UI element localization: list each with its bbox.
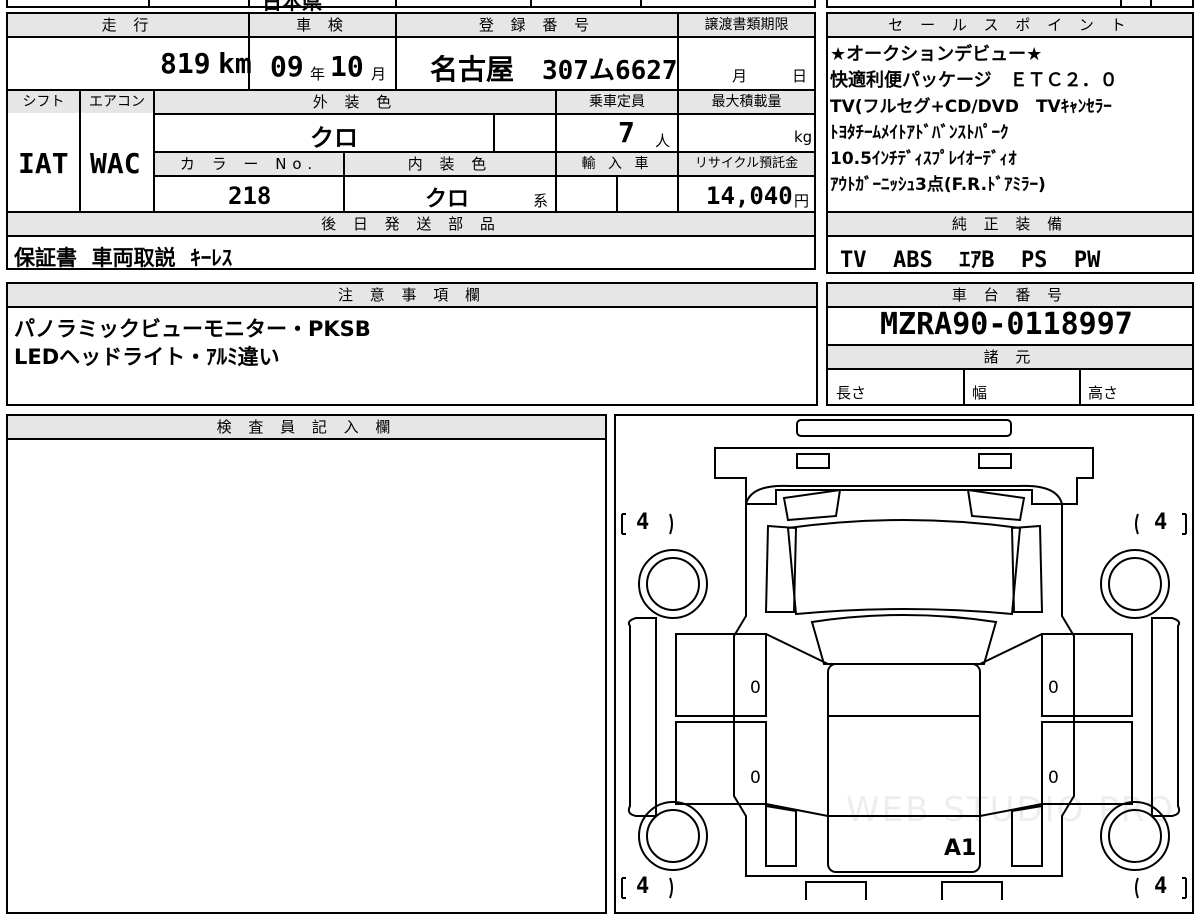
max-load-label: 最大積載量 — [679, 91, 814, 113]
recycle-fee-unit: 円 — [794, 192, 810, 210]
inspection-label: 車 検 — [250, 14, 395, 36]
inspection-year: 09 — [270, 50, 304, 83]
door-front-right-value: 0 — [1048, 678, 1059, 698]
tire-rear-right-value: 4 — [1154, 874, 1168, 899]
sales-points-list: ★オークションデビュー★ 快適利便パッケージ ＥＴＣ２．０ TV(フルセグ+CD… — [830, 42, 1192, 198]
spec-height-label: 高さ — [1088, 384, 1119, 402]
max-load-unit: kg — [794, 128, 813, 146]
tire-front-right-value: 4 — [1154, 510, 1168, 535]
sales-point-line: 快適利便パッケージ ＥＴＣ２．０ — [830, 70, 1118, 91]
capacity-value: 7 — [618, 116, 635, 149]
interior-color-label: 内 装 色 — [345, 153, 555, 175]
sales-point-line: ｱｳﾄｶﾞｰﾆｯｼｭ3点(F.R.ﾄﾞｱﾐﾗｰ) — [830, 175, 1046, 195]
tire-rear-left-value: 4 — [636, 874, 650, 899]
sales-point-line: TV(フルセグ+CD/DVD TVｷｬﾝｾﾗｰ — [830, 97, 1112, 117]
interior-color-value: クロ — [425, 187, 470, 212]
inspector-label: 検 査 員 記 入 欄 — [8, 416, 605, 438]
inspector-box — [6, 414, 607, 914]
top-strip — [6, 0, 816, 8]
capacity-unit: 人 — [655, 132, 671, 150]
color-no-label: カ ラ ー No. — [155, 153, 343, 175]
specs-label: 諸 元 — [828, 346, 1192, 368]
recycle-fee-label: リサイクル預託金 — [679, 153, 814, 175]
inspection-year-unit: 年 — [310, 65, 326, 83]
standard-equipment-label: 純 正 装 備 — [828, 213, 1192, 235]
mileage-value: 819 — [160, 47, 211, 80]
tire-front-left-value: 4 — [636, 510, 650, 535]
aircon-value: WAC — [90, 147, 141, 180]
later-parts-label: 後 日 発 送 部 品 — [8, 213, 814, 235]
capacity-label: 乗車定員 — [557, 91, 677, 113]
mileage-label: 走 行 — [8, 14, 248, 36]
registration-label: 登 録 番 号 — [397, 14, 677, 36]
exterior-color-label: 外 装 色 — [155, 91, 555, 113]
chassis-label: 車 台 番 号 — [828, 284, 1192, 306]
later-parts-value: 保証書 車両取説 ｷｰﾚｽ — [14, 246, 233, 270]
notes-line: LEDヘッドライト・ｱﾙﾐ違い — [14, 345, 280, 369]
shift-label: シフト — [8, 91, 79, 113]
transfer-month-unit: 月 — [732, 67, 748, 85]
notes-label: 注 意 事 項 欄 — [8, 284, 816, 306]
inspection-month-unit: 月 — [371, 65, 387, 83]
recycle-fee-value: 14,040 — [706, 182, 793, 210]
registration-region: 名古屋 — [430, 53, 515, 86]
shift-value: IAT — [18, 147, 69, 180]
exterior-color-value: クロ — [310, 124, 358, 152]
damage-mark: A1 — [944, 836, 977, 861]
watermark: WEB STUDIO PRO — [846, 790, 1176, 830]
import-car-label: 輸 入 車 — [557, 153, 677, 175]
transfer-deadline-label: 譲渡書類期限 — [679, 14, 814, 36]
door-front-left-value: 0 — [750, 678, 761, 698]
notes-line: パノラミックビューモニター・PKSB — [14, 317, 371, 341]
transfer-day-unit: 日 — [792, 67, 808, 85]
sales-point-line: ★オークションデビュー★ — [830, 44, 1043, 65]
sales-point-line: 10.5ｲﾝﾁﾃﾞｨｽﾌﾟﾚｲｵｰﾃﾞｨｵ — [830, 149, 1017, 169]
color-no-value: 218 — [228, 182, 272, 210]
mileage-unit: km — [218, 47, 252, 80]
door-rear-left-value: 0 — [750, 768, 761, 788]
aircon-label: エアコン — [81, 91, 153, 113]
sales-points-label: セ ー ル ス ポ イ ン ト — [828, 14, 1192, 36]
door-rear-right-value: 0 — [1048, 768, 1059, 788]
chassis-value: MZRA90-0118997 — [880, 307, 1133, 342]
spec-width-label: 幅 — [972, 384, 988, 402]
spec-length-label: 長さ — [836, 384, 867, 402]
standard-equipment-value: TV ABS ｴｱB PS PW — [840, 248, 1101, 273]
inspection-month: 10 — [330, 50, 364, 83]
registration-number: 307ム6627 — [542, 56, 678, 86]
sales-point-line: ﾄﾖﾀﾁｰﾑﾒｲﾄｱﾄﾞﾊﾞﾝｽﾄﾊﾟｰｸ — [830, 123, 1009, 143]
interior-color-suffix: 系 — [533, 192, 549, 210]
